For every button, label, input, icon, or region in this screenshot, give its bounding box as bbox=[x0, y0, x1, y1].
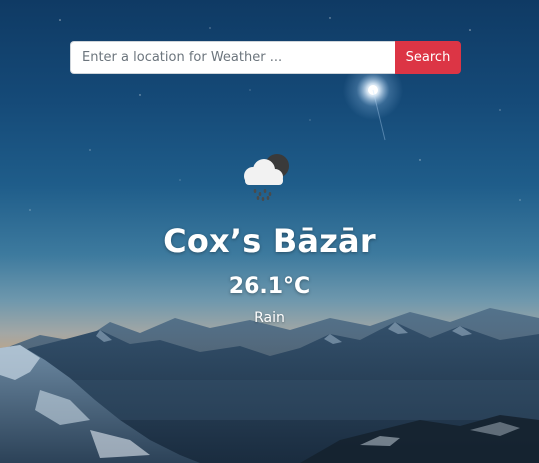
search-button[interactable]: Search bbox=[395, 41, 461, 74]
rain-cloud-moon-icon bbox=[237, 150, 297, 202]
weather-condition: Rain bbox=[254, 310, 285, 326]
temperature: 26.1°C bbox=[228, 274, 311, 299]
city-name: Cox’s Bāzār bbox=[163, 222, 376, 260]
search-bar: Search bbox=[70, 41, 461, 74]
location-search-input[interactable] bbox=[70, 41, 395, 74]
